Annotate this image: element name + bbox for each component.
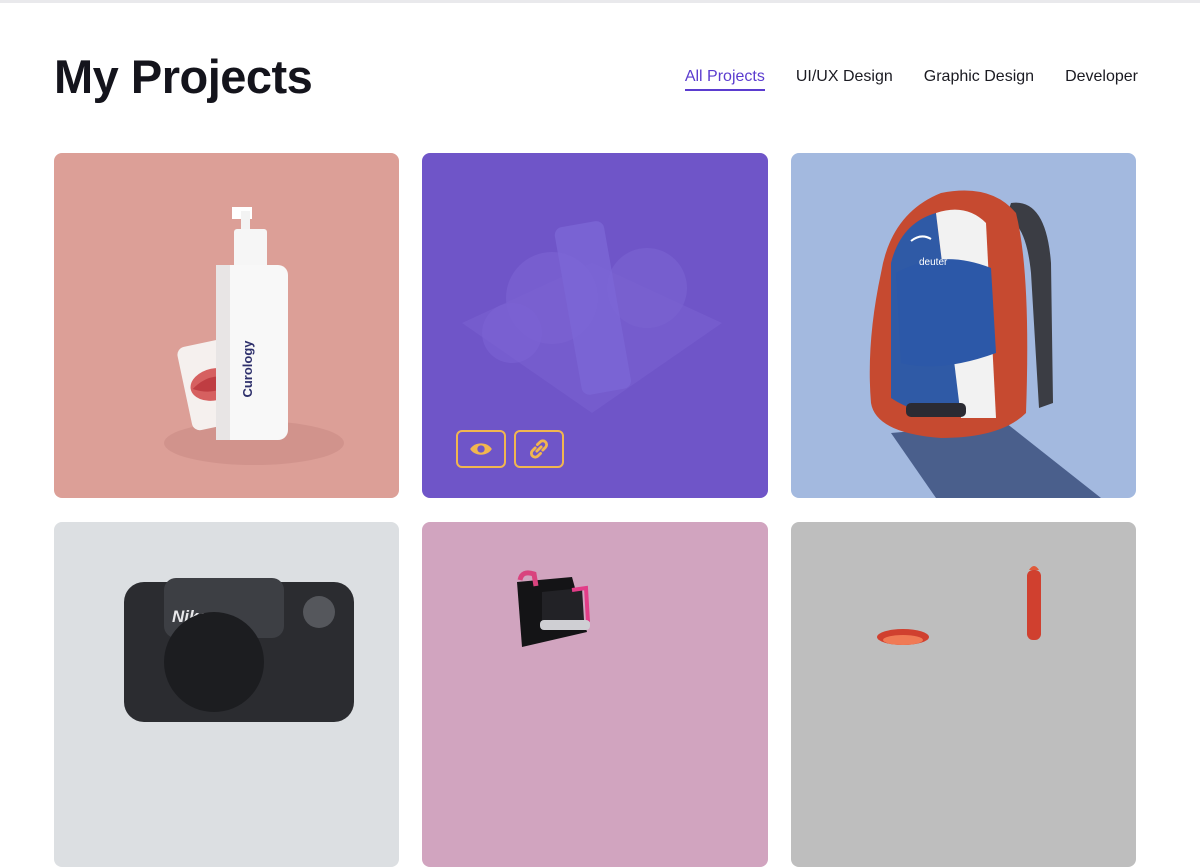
project-card-skate[interactable] xyxy=(422,522,768,867)
project-grid: Curology deuter xyxy=(54,153,1136,867)
project-actions xyxy=(456,430,564,468)
deuter-brand-text: deuter xyxy=(919,257,948,268)
skincare-image: Curology xyxy=(54,153,399,498)
project-card-red-object[interactable] xyxy=(791,522,1136,867)
project-card-backpack[interactable]: deuter xyxy=(791,153,1136,498)
project-card-mockup[interactable] xyxy=(422,153,768,498)
project-card-skincare[interactable]: Curology xyxy=(54,153,399,498)
filter-all-projects[interactable]: All Projects xyxy=(684,66,765,91)
top-divider xyxy=(0,0,1200,3)
red-object-image xyxy=(791,522,1136,867)
link-icon xyxy=(529,439,549,459)
camera-image: Nikon xyxy=(54,522,399,867)
skate-image xyxy=(422,522,768,867)
filter-graphic-design[interactable]: Graphic Design xyxy=(924,66,1034,89)
page-title: My Projects xyxy=(54,50,313,103)
open-link-button[interactable] xyxy=(514,430,564,468)
curology-brand-text: Curology xyxy=(240,340,255,398)
eye-icon xyxy=(470,443,492,455)
view-project-button[interactable] xyxy=(456,430,506,468)
filter-developer[interactable]: Developer xyxy=(1065,66,1138,89)
filter-ui-ux-design[interactable]: UI/UX Design xyxy=(796,66,893,89)
project-filter-tabs: All Projects UI/UX Design Graphic Design… xyxy=(684,66,1138,91)
backpack-image: deuter xyxy=(791,153,1136,498)
project-card-camera[interactable]: Nikon xyxy=(54,522,399,867)
